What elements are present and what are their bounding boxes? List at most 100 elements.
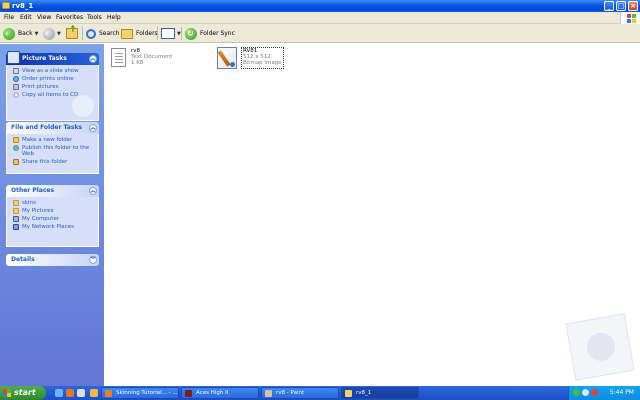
globe-icon [13,145,19,151]
picture-tasks-body: View as a slide show Order prints online… [6,65,99,121]
toolbar-separator [157,27,158,40]
windows-logo-icon [620,12,640,24]
system-tray: 5:44 PM [568,386,640,400]
task-print-pictures[interactable]: Print pictures [13,84,95,90]
place-skins[interactable]: skins [13,200,95,206]
task-label: Make a new folder [22,137,73,143]
task-label: Copy all items to CD [22,92,79,98]
text-document-icon [111,48,126,67]
search-icon [86,28,96,39]
back-label: Back [18,30,33,37]
task-rv8-1[interactable]: rv8_1 [341,387,419,399]
folders-label: Folders [136,30,158,37]
task-paint[interactable]: rv8 - Paint [261,387,339,399]
window-title: rv8_1 [12,2,34,10]
printer-icon [13,84,19,90]
forward-button[interactable]: › ▼ [43,27,61,40]
task-label: Aces High II [196,390,229,396]
collapse-icon[interactable]: ︽ [89,55,97,63]
folder-icon [13,200,19,206]
windows-flag-icon [3,389,11,397]
clock: 5:44 PM [609,389,634,396]
file-type: Bitmap Image [243,60,282,66]
menu-tools[interactable]: Tools [87,14,102,22]
menu-help[interactable]: Help [107,14,121,22]
file-item-rv81[interactable]: RV81 512 x 512 Bitmap Image [217,47,284,69]
file-size: 1 KB [131,60,144,66]
paint-icon [265,390,272,397]
details-header[interactable]: Details ︾ [6,254,99,266]
expand-icon[interactable]: ︾ [89,256,97,264]
back-arrow-icon: ‹ [3,27,15,40]
menu-view[interactable]: View [37,14,51,22]
details-panel: Details ︾ [6,254,99,266]
quick-launch-ie-icon[interactable] [55,389,63,397]
network-tray-icon[interactable] [573,389,580,396]
task-label: View as a slide show [22,68,79,74]
picture-tasks-title: Picture Tasks [22,55,67,62]
folders-icon [121,28,133,39]
place-label: skins [22,200,36,206]
task-view-slideshow[interactable]: View as a slide show [13,68,95,74]
volume-tray-icon[interactable] [582,389,589,396]
collapse-icon[interactable]: ︽ [89,187,97,195]
task-aces-high[interactable]: Aces High II [181,387,259,399]
up-folder-button[interactable]: ↑ [66,26,78,40]
quick-launch-app-icon[interactable] [77,389,85,397]
other-places-panel: Other Places ︽ skins My Pictures My Comp… [6,185,99,247]
title-bar[interactable]: rv8_1 _ □ × [0,0,640,12]
file-list[interactable]: rv8 Text Document 1 KB RV81 512 x 512 Bi… [104,44,640,386]
cd-icon [13,92,19,98]
taskbar: start Skinning Tutorial... - ... Aces Hi… [0,386,640,400]
up-folder-icon: ↑ [66,26,78,39]
chevron-down-icon: ▼ [34,30,39,37]
file-selection: RV81 512 x 512 Bitmap Image [241,47,284,69]
search-button[interactable]: Search [86,27,120,40]
quick-launch-desktop-icon[interactable] [90,389,98,397]
task-label: rv8_1 [356,390,372,396]
collapse-icon[interactable]: ︽ [89,124,97,132]
menu-favorites[interactable]: Favorites [56,14,83,22]
computer-icon [13,216,19,222]
other-places-body: skins My Pictures My Computer My Network… [6,197,99,247]
order-prints-icon [13,76,19,82]
place-network[interactable]: My Network Places [13,224,95,230]
picture-tasks-panel: Picture Tasks ︽ View as a slide show Ord… [6,51,99,121]
task-label: Share this folder [22,159,68,165]
chevron-down-icon: ▼ [57,30,61,37]
task-order-prints[interactable]: Order prints online [13,76,95,82]
file-folder-tasks-header[interactable]: File and Folder Tasks ︽ [6,122,99,134]
sync-icon: ↻ [185,27,197,40]
back-button[interactable]: ‹ Back ▼ [3,27,38,40]
start-label: start [14,388,36,397]
details-title: Details [11,256,35,263]
place-label: My Computer [22,216,60,222]
security-tray-icon[interactable] [591,389,598,396]
folder-sync-label: Folder Sync [200,30,235,37]
picture-tasks-header[interactable]: Picture Tasks ︽ [6,51,99,65]
toolbar-separator [181,27,182,40]
maximize-button[interactable]: □ [616,1,626,11]
quick-launch-firefox-icon[interactable] [66,389,74,397]
task-share-folder[interactable]: Share this folder [13,159,95,165]
file-folder-tasks-title: File and Folder Tasks [11,124,83,131]
task-make-folder[interactable]: Make a new folder [13,137,95,143]
task-skinning-tutorial[interactable]: Skinning Tutorial... - ... [101,387,179,399]
task-label: Order prints online [22,76,74,82]
network-icon [13,224,19,230]
folder-sync-button[interactable]: ↻ Folder Sync [185,27,235,40]
views-button[interactable]: ▼ [161,27,181,40]
place-label: My Pictures [22,208,54,214]
place-my-computer[interactable]: My Computer [13,216,95,222]
task-publish-web[interactable]: Publish this folder to the Web [13,145,95,157]
minimize-button[interactable]: _ [604,1,614,11]
place-my-pictures[interactable]: My Pictures [13,208,95,214]
start-button[interactable]: start [0,386,46,400]
new-folder-icon [13,137,19,143]
other-places-header[interactable]: Other Places ︽ [6,185,99,197]
folders-button[interactable]: Folders [121,27,158,40]
close-button[interactable]: × [628,1,638,11]
menu-file[interactable]: File [4,14,14,22]
file-item-rv8[interactable]: rv8 Text Document 1 KB [111,48,172,67]
menu-edit[interactable]: Edit [20,14,32,22]
